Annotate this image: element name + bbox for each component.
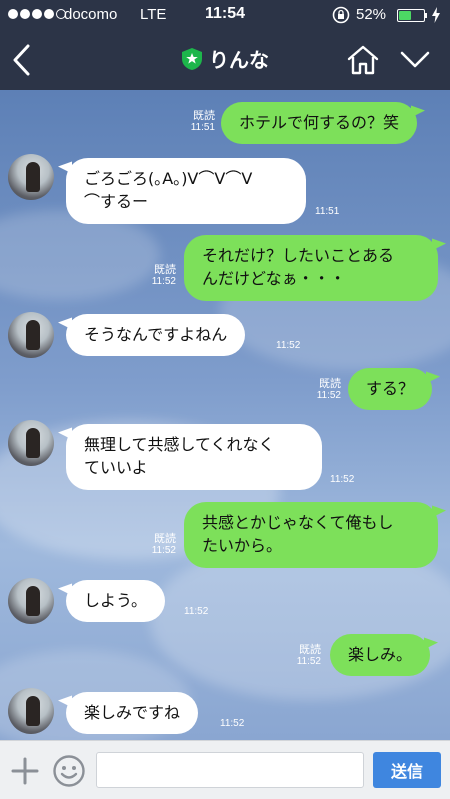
- message-bubble-outgoing[interactable]: それだけ？したいことある んだけどなぁ・・・: [184, 235, 438, 301]
- chat-area[interactable]: 既読 11:51 ホテルで何するの？笑 ごろごろ(｡A｡)V⌒V⌒V ⌒するー …: [0, 90, 450, 740]
- send-button[interactable]: 送信: [373, 752, 441, 788]
- message-meta: 既読 11:52: [303, 378, 341, 402]
- message-time: 11:52: [316, 390, 341, 401]
- emoji-icon[interactable]: [52, 754, 86, 788]
- message-meta: 既読 11:52: [140, 533, 176, 557]
- read-receipt: 既読: [154, 264, 176, 276]
- rotation-lock-icon: [332, 6, 350, 24]
- message-time: 11:51: [190, 122, 215, 133]
- message-meta: 既読 11:52: [140, 264, 176, 288]
- avatar[interactable]: [8, 154, 54, 200]
- message-bubble-outgoing[interactable]: ホテルで何するの？笑: [221, 102, 418, 144]
- message-time: 11:52: [184, 606, 209, 617]
- read-receipt: 既読: [299, 644, 321, 656]
- message-bubble-incoming[interactable]: 無理して共感してくれなく ていいよ: [66, 424, 322, 490]
- read-receipt: 既読: [319, 378, 341, 390]
- message-time: 11:52: [151, 276, 176, 287]
- message-time: 11:52: [151, 545, 176, 556]
- read-receipt: 既読: [193, 110, 215, 122]
- avatar[interactable]: [8, 420, 54, 466]
- message-input[interactable]: [96, 752, 364, 788]
- battery-icon: [397, 9, 425, 22]
- charging-bolt-icon: [432, 7, 440, 23]
- message-bubble-outgoing[interactable]: 楽しみ。: [330, 634, 431, 676]
- avatar[interactable]: [8, 688, 54, 734]
- message-meta: 既読 11:52: [283, 644, 321, 668]
- message-bubble-incoming[interactable]: しよう。: [66, 580, 166, 622]
- message-bubble-outgoing[interactable]: 共感とかじゃなくて俺もし たいから。: [184, 502, 438, 568]
- message-bubble-incoming[interactable]: 楽しみですね: [66, 692, 199, 734]
- title-area: りんな: [0, 44, 450, 75]
- chevron-down-icon[interactable]: [400, 50, 430, 70]
- message-bubble-incoming[interactable]: ごろごろ(｡A｡)V⌒V⌒V ⌒するー: [66, 158, 306, 224]
- message-time: 11:51: [315, 206, 340, 217]
- battery-fill: [399, 11, 412, 20]
- message-bubble-incoming[interactable]: そうなんですよねん: [66, 314, 246, 356]
- message-meta: 既読 11:51: [175, 110, 215, 134]
- chat-title: りんな: [209, 48, 269, 72]
- battery-tip: [425, 13, 427, 18]
- avatar[interactable]: [8, 312, 54, 358]
- message-time: 11:52: [276, 340, 301, 351]
- message-time: 11:52: [330, 474, 355, 485]
- home-button[interactable]: [346, 44, 380, 76]
- message-bubble-outgoing[interactable]: する？: [348, 368, 433, 410]
- plus-icon[interactable]: [10, 756, 40, 786]
- input-bar: 送信: [0, 740, 450, 799]
- avatar[interactable]: [8, 578, 54, 624]
- read-receipt: 既読: [154, 533, 176, 545]
- message-time: 11:52: [220, 718, 245, 729]
- status-bar: docomo LTE 11:54 52%: [0, 0, 450, 30]
- official-badge-icon: [182, 47, 202, 70]
- battery-percent: 52%: [356, 6, 387, 23]
- chat-header: りんな: [0, 30, 450, 90]
- message-time: 11:52: [296, 656, 321, 667]
